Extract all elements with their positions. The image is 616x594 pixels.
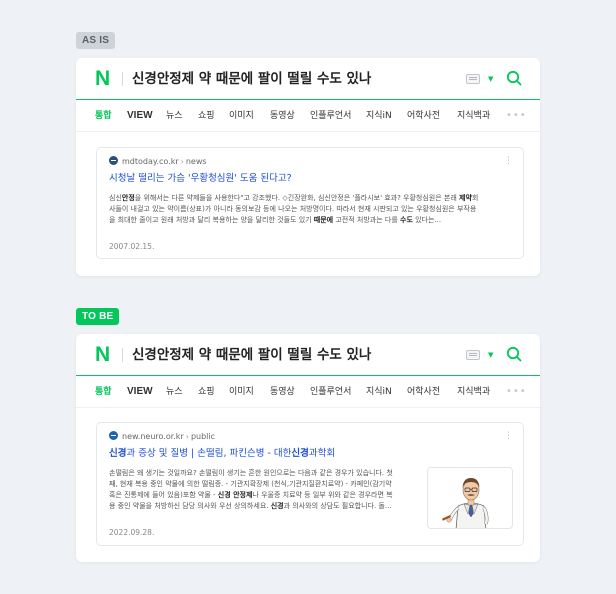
search-icon[interactable] [506,70,522,86]
search-tabs: 통합 VIEW 뉴스 쇼핑 이미지 동영상 인플루언서 지식iN 어학사전 지식… [76,376,540,408]
naver-logo[interactable]: N [95,68,110,89]
desc-line: 사들이 내걸고 있는 약이름(상표)가 아니라 동의보감 등에 나오는 처방명이… [109,205,477,213]
asis-panel: N 신경안정제 약 때문에 팔이 떨릴 수도 있나 ▼ 통합 VIEW 뉴스 쇼… [76,58,540,276]
caret-down-icon[interactable]: ▼ [488,74,493,84]
search-result-card: new.neuro.or.kr › public ⋮ 신경과 증상 및 질병 | 손… [96,422,524,546]
keyboard-icon[interactable] [466,350,480,360]
source-line[interactable]: mdtoday.co.kr › news [109,156,207,168]
tab-view[interactable]: VIEW [127,110,153,122]
desc-line: 혹은 진통제에 들어 있음)포함 약물 - 신경 안정제나 우울증 치료약 등 … [109,491,393,499]
caret-down-icon[interactable]: ▼ [488,350,493,360]
favicon-icon [109,156,118,165]
tab-shopping[interactable]: 쇼핑 [198,386,215,398]
chevron-right-icon: › [185,432,189,441]
naver-logo[interactable]: N [95,344,110,365]
tobe-panel: N 신경안정제 약 때문에 팔이 떨릴 수도 있나 ▼ 통합 VIEW 뉴스 쇼… [76,334,540,562]
search-tabs: 통합 VIEW 뉴스 쇼핑 이미지 동영상 인플루언서 지식iN 어학사전 지식… [76,100,540,132]
tab-dictionary[interactable]: 어학사전 [407,386,440,398]
tab-encyclopedia[interactable]: 지식백과 [457,110,490,122]
result-description: 손떨림은 왜 생기는 것일까요? 손떨림이 생기는 흔한 원인으로는 다음과 같… [109,468,393,512]
search-bar: N 신경안정제 약 때문에 팔이 떨릴 수도 있나 ▼ [76,58,540,100]
tab-kin[interactable]: 지식iN [366,386,392,398]
asis-label: AS IS [76,32,116,49]
search-input[interactable]: 신경안정제 약 때문에 팔이 떨릴 수도 있나 [132,345,371,365]
result-title[interactable]: 시청날 떨리는 가슴 '우황청심원' 도움 된다고? [109,172,292,186]
tobe-label: TO BE [76,308,120,325]
tab-images[interactable]: 이미지 [229,386,254,398]
divider [122,72,123,86]
search-bar: N 신경안정제 약 때문에 팔이 떨릴 수도 있나 ▼ [76,334,540,376]
result-title[interactable]: 신경과 증상 및 질병 | 손떨림, 파킨슨병 - 대한신경과학회 [109,447,335,461]
search-result-card: mdtoday.co.kr › news ⋮ 시청날 떨리는 가슴 '우황청심원' … [96,147,524,259]
tab-dictionary[interactable]: 어학사전 [407,110,440,122]
desc-line: 용 중인 약물을 처방하신 담당 의사와 우선 상의하세요. 신경과 의사와의 … [109,502,392,510]
kebab-menu-icon[interactable]: ⋮ [504,430,513,442]
tab-view[interactable]: VIEW [127,386,153,398]
kebab-menu-icon[interactable]: ⋮ [504,155,513,167]
desc-line: 을 최대한 줄이고 원래 처방과 달리 복용하는 양을 달리한 것들도 있기 때… [109,216,442,224]
tab-influencer[interactable]: 인플루언서 [310,110,351,122]
doctor-illustration-icon [441,478,489,528]
tab-videos[interactable]: 동영상 [270,110,295,122]
tab-encyclopedia[interactable]: 지식백과 [457,386,490,398]
source-line[interactable]: new.neuro.or.kr › public [109,431,215,443]
tab-kin[interactable]: 지식iN [366,110,392,122]
tab-all[interactable]: 통합 [95,110,112,122]
tab-images[interactable]: 이미지 [229,110,254,122]
keyboard-icon[interactable] [466,74,480,84]
favicon-icon [109,431,118,440]
tab-influencer[interactable]: 인플루언서 [310,386,351,398]
result-date: 2007.02.15. [109,242,155,251]
divider [122,348,123,362]
search-icon[interactable] [506,346,522,362]
more-icon[interactable]: ••• [506,110,527,122]
source-section: public [190,432,216,441]
search-input[interactable]: 신경안정제 약 때문에 팔이 떨릴 수도 있나 [132,69,371,89]
desc-line: 손떨림은 왜 생기는 것일까요? 손떨림이 생기는 흔한 원인으로는 다음과 같… [109,469,393,477]
source-section: news [185,157,207,166]
desc-line: 심신안정을 위해서는 다른 약제들을 사용한다"고 강조했다. ◇긴장완화, 심… [109,194,479,202]
tab-news[interactable]: 뉴스 [166,110,183,122]
tab-all[interactable]: 통합 [95,386,112,398]
result-thumbnail[interactable] [427,467,513,529]
tab-news[interactable]: 뉴스 [166,386,183,398]
tab-shopping[interactable]: 쇼핑 [198,110,215,122]
tab-videos[interactable]: 동영상 [270,386,295,398]
result-description: 심신안정을 위해서는 다른 약제들을 사용한다"고 강조했다. ◇긴장완화, 심… [109,193,478,226]
desc-line: 째, 현재 복용 중인 약물에 의한 떨림증. - 기관지확장제 (천식,기관지… [109,480,392,488]
source-domain: new.neuro.or.kr [122,432,184,441]
source-domain: mdtoday.co.kr [122,157,179,166]
result-date: 2022.09.28. [109,528,155,537]
more-icon[interactable]: ••• [506,386,527,398]
chevron-right-icon: › [180,157,184,166]
